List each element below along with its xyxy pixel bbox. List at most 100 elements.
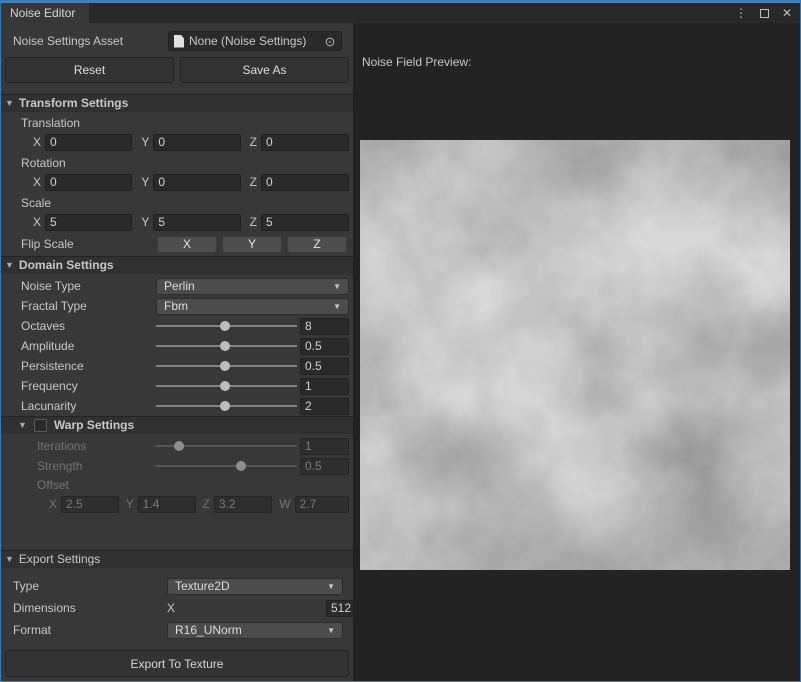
noise-settings-asset-object-field[interactable]: None (Noise Settings) ⊙ [168,31,342,51]
noise-preview [360,140,790,570]
tab-label: Noise Editor [10,6,75,20]
close-icon[interactable]: ✕ [782,7,792,19]
maximize-icon[interactable] [760,9,769,18]
strength-value-input [300,458,349,475]
preview-label: Noise Field Preview: [362,55,471,69]
foldout-arrow-icon[interactable]: ▼ [5,554,14,564]
flip-z-button[interactable]: Z [287,236,347,253]
rotation-fields: X Y Z [33,172,349,192]
export-settings-header[interactable]: ▼ Export Settings [1,550,353,568]
strength-slider [156,458,297,474]
warp-settings-header[interactable]: ▼ Warp Settings [1,416,353,434]
foldout-arrow-icon[interactable]: ▼ [18,420,27,430]
x-axis-label: X [33,215,41,229]
lacunarity-value-input[interactable] [300,398,349,415]
noise-type-dropdown[interactable]: Perlin ▼ [156,278,349,295]
tab-noise-editor[interactable]: Noise Editor [1,3,89,23]
flip-scale-buttons: X Y Z [157,236,347,253]
chevron-down-icon: ▼ [327,626,335,635]
translation-y-input[interactable] [153,134,240,151]
settings-panel: Noise Settings Asset None (Noise Setting… [1,23,353,681]
flip-x-button[interactable]: X [157,236,217,253]
export-type-value: Texture2D [175,579,230,593]
export-to-texture-button[interactable]: Export To Texture [5,650,349,677]
foldout-arrow-icon[interactable]: ▼ [5,98,14,108]
scale-fields: X Y Z [33,212,349,232]
slider-thumb[interactable] [220,381,230,391]
persistence-value-input[interactable] [300,358,349,375]
frequency-value-input[interactable] [300,378,349,395]
rotation-z-input[interactable] [261,174,349,191]
asset-field-label: Noise Settings Asset [13,34,123,48]
fractal-type-value: Fbm [164,299,188,313]
dimensions-label: Dimensions [13,601,167,615]
iterations-label: Iterations [37,439,156,453]
rotation-x-input[interactable] [45,174,132,191]
offset-z-input [214,496,272,513]
y-axis-label: Y [141,175,149,189]
frequency-slider[interactable] [156,378,297,394]
z-axis-label: Z [250,215,257,229]
scale-label: Scale [21,196,353,211]
amplitude-label: Amplitude [21,339,156,353]
export-type-dropdown[interactable]: Texture2D ▼ [167,578,343,595]
offset-fields: X Y Z W [49,494,349,514]
noise-type-label: Noise Type [21,279,156,293]
amplitude-slider[interactable] [156,338,297,354]
y-axis-label: Y [141,135,149,149]
fractal-type-dropdown[interactable]: Fbm ▼ [156,298,349,315]
y-axis-label: Y [141,215,149,229]
rotation-label: Rotation [21,156,353,171]
octaves-slider[interactable] [156,318,297,334]
persistence-slider[interactable] [156,358,297,374]
frequency-label: Frequency [21,379,156,393]
lacunarity-label: Lacunarity [21,399,156,413]
noise-type-value: Perlin [164,279,195,293]
slider-thumb [174,441,184,451]
flip-y-button[interactable]: Y [222,236,282,253]
octaves-value-input[interactable] [300,318,349,335]
lacunarity-slider[interactable] [156,398,297,414]
kebab-menu-icon[interactable]: ⋮ [735,7,747,19]
strength-label: Strength [37,459,156,473]
amplitude-value-input[interactable] [300,338,349,355]
window-controls: ⋮ ✕ [735,3,792,23]
slider-thumb [236,461,246,471]
slider-thumb[interactable] [220,321,230,331]
warp-enabled-checkbox[interactable] [34,419,47,432]
transform-settings-title: Transform Settings [19,96,128,110]
format-label: Format [13,623,167,637]
translation-x-input[interactable] [45,134,132,151]
domain-settings-header[interactable]: ▼ Domain Settings [1,256,353,274]
slider-track [156,465,297,467]
x-axis-label: X [33,175,41,189]
scale-x-input[interactable] [45,214,132,231]
iterations-value-input [300,438,349,455]
slider-thumb[interactable] [220,361,230,371]
iterations-slider [156,438,297,454]
save-as-button[interactable]: Save As [180,57,349,83]
rotation-y-input[interactable] [153,174,240,191]
reset-button[interactable]: Reset [5,57,174,83]
slider-thumb[interactable] [220,341,230,351]
foldout-arrow-icon[interactable]: ▼ [5,260,14,270]
transform-settings-header[interactable]: ▼ Transform Settings [1,94,353,112]
x-axis-label: X [49,497,57,511]
offset-x-input [61,496,119,513]
scale-z-input[interactable] [261,214,349,231]
format-dropdown[interactable]: R16_UNorm ▼ [167,622,343,639]
flip-scale-label: Flip Scale [21,237,74,251]
z-axis-label: Z [250,135,257,149]
asset-field-value: None (Noise Settings) [189,34,306,48]
format-value: R16_UNorm [175,623,242,637]
translation-z-input[interactable] [261,134,349,151]
x-axis-label: X [167,601,321,615]
chevron-down-icon: ▼ [333,302,341,311]
offset-w-input [295,496,349,513]
title-bar: Noise Editor ⋮ ✕ [1,1,800,23]
object-picker-icon[interactable]: ⊙ [321,35,339,48]
slider-thumb[interactable] [220,401,230,411]
scale-y-input[interactable] [153,214,240,231]
domain-settings-title: Domain Settings [19,258,114,272]
noise-editor-window: Noise Editor ⋮ ✕ Noise Settings Asset No… [0,0,801,682]
